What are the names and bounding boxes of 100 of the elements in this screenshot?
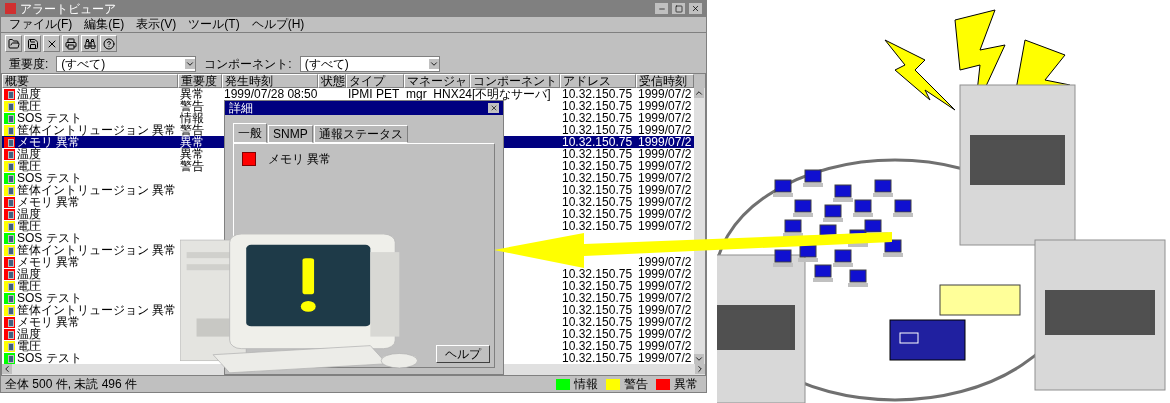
- menu-item[interactable]: 編集(E): [84, 18, 125, 31]
- window-title: アラートビューア: [20, 2, 117, 15]
- menu-item[interactable]: 表示(V): [136, 18, 177, 31]
- table-cell[interactable]: メモリ 異常: [17, 316, 81, 329]
- table-cell: 10.32.150.75: [562, 112, 633, 125]
- close-icon: [489, 104, 498, 113]
- table-cell: 10.32.150.75: [562, 328, 633, 341]
- table-cell: 1999/07/2: [638, 208, 692, 221]
- table-cell[interactable]: 電圧: [17, 100, 41, 113]
- table-cell: 10.32.150.75: [562, 136, 633, 149]
- table-cell: 10.32.150.75: [562, 100, 633, 113]
- delete-icon[interactable]: [43, 35, 60, 53]
- printer-icon[interactable]: [62, 35, 79, 53]
- table-cell[interactable]: 筐体イントリュージョン 異常: [17, 124, 177, 137]
- table-cell: 10.32.150.75: [562, 220, 633, 233]
- menu-item[interactable]: ツール(T): [188, 18, 240, 31]
- table-cell: 10.32.150.75: [562, 172, 633, 185]
- column-header[interactable]: 重要度: [178, 74, 222, 89]
- table-cell: 10.32.150.75: [562, 268, 633, 281]
- table-cell: 1999/07/2: [638, 220, 692, 233]
- table-cell[interactable]: 電圧: [17, 160, 41, 173]
- table-cell: 10.32.150.75: [562, 124, 633, 137]
- legend-label: 警告: [624, 378, 649, 391]
- table-cell[interactable]: 筐体イントリュージョン 異常: [17, 184, 177, 197]
- table-cell: 1999/07/2: [638, 112, 692, 125]
- menu-item[interactable]: ヘルプ(H): [251, 18, 305, 31]
- table-cell: 1999/07/2: [638, 304, 692, 317]
- maximize-button[interactable]: [672, 3, 685, 15]
- dialog-tab[interactable]: SNMP: [268, 125, 313, 144]
- table-cell: 10.32.150.75: [562, 304, 633, 317]
- table-cell: 10.32.150.75: [562, 208, 633, 221]
- table-cell[interactable]: 電圧: [17, 340, 41, 353]
- table-cell[interactable]: 温度: [17, 88, 41, 101]
- column-header[interactable]: マネージャ: [404, 74, 470, 89]
- menu-item[interactable]: ファイル(F): [9, 18, 73, 31]
- table-cell: 1999/07/2: [638, 352, 692, 365]
- column-header[interactable]: 状態: [318, 74, 346, 89]
- table-cell[interactable]: メモリ 異常: [17, 256, 81, 269]
- table-cell: 1999/07/2: [638, 280, 692, 293]
- scroll-left-icon[interactable]: [2, 364, 12, 375]
- table-cell: 1999/07/2: [638, 160, 692, 173]
- help-button[interactable]: ヘルプ: [436, 345, 490, 364]
- table-cell: 1999/07/2: [638, 136, 692, 149]
- scroll-down-icon[interactable]: [694, 354, 704, 365]
- table-cell: 10.32.150.75: [562, 352, 633, 365]
- table-cell: 1999/07/2: [638, 328, 692, 341]
- table-cell: 10.32.150.75: [562, 148, 633, 161]
- alert-name: メモリ 異常: [268, 153, 332, 166]
- filter-label: 重要度:: [9, 57, 49, 70]
- folder-icon[interactable]: [5, 35, 22, 53]
- binoculars-icon[interactable]: [81, 35, 98, 53]
- table-cell[interactable]: SOS テスト: [17, 352, 82, 365]
- table-cell: 警告: [180, 160, 204, 173]
- table-cell[interactable]: 温度: [17, 328, 41, 341]
- table-cell[interactable]: 温度: [17, 268, 41, 281]
- filter-dropdown[interactable]: (すべて): [299, 55, 440, 72]
- table-cell[interactable]: SOS テスト: [17, 112, 82, 125]
- table-cell: 10.32.150.75: [562, 160, 633, 173]
- table-cell[interactable]: 温度: [17, 208, 41, 221]
- table-cell: 情報: [180, 112, 204, 125]
- dialog-tab[interactable]: 一般: [233, 123, 267, 144]
- table-cell: 10.32.150.75: [562, 184, 633, 197]
- table-cell[interactable]: SOS テスト: [17, 232, 82, 245]
- vertical-scrollbar[interactable]: [694, 88, 705, 365]
- table-cell: 1999/07/2: [638, 100, 692, 113]
- table-cell: 10.32.150.75: [562, 292, 633, 305]
- table-cell[interactable]: 電圧: [17, 280, 41, 293]
- dialog-tab[interactable]: 通報ステータス: [313, 125, 408, 144]
- status-text: 全体 500 件, 未読 496 件: [5, 378, 139, 391]
- filter-dropdown[interactable]: (すべて): [56, 55, 197, 72]
- scroll-right-icon[interactable]: [695, 364, 705, 375]
- close-button[interactable]: [488, 103, 499, 114]
- close-button[interactable]: [689, 3, 702, 15]
- table-cell[interactable]: SOS テスト: [17, 172, 82, 185]
- table-cell[interactable]: メモリ 異常: [17, 136, 81, 149]
- column-header[interactable]: タイプ: [346, 74, 404, 89]
- save-icon[interactable]: [24, 35, 41, 53]
- column-header[interactable]: 概要: [2, 74, 178, 89]
- table-cell[interactable]: 温度: [17, 148, 41, 161]
- table-cell: 1999/07/2: [638, 316, 692, 329]
- close-icon: [691, 4, 700, 14]
- help-icon[interactable]: [100, 35, 117, 53]
- table-cell: 1999/07/2: [638, 256, 692, 269]
- table-cell: 1999/07/2: [638, 196, 692, 209]
- table-cell[interactable]: 筐体イントリュージョン 異常: [17, 244, 177, 257]
- table-cell: 10.32.150.75: [562, 88, 633, 101]
- column-header[interactable]: 受信時刻: [636, 74, 694, 89]
- table-cell: IPMI PET: [348, 88, 400, 101]
- table-cell[interactable]: 筐体イントリュージョン 異常: [17, 304, 177, 317]
- table-cell: 1999/07/28 08:50: [224, 88, 318, 101]
- column-header[interactable]: コンポーネント: [470, 74, 560, 89]
- table-cell: 1999/07/2: [638, 292, 692, 305]
- table-cell[interactable]: メモリ 異常: [17, 196, 81, 209]
- table-cell[interactable]: SOS テスト: [17, 292, 82, 305]
- column-header[interactable]: 発生時刻: [222, 74, 318, 89]
- table-cell: 10.32.150.75: [562, 316, 633, 329]
- scroll-up-icon[interactable]: [694, 88, 704, 99]
- column-header[interactable]: アドレス: [560, 74, 636, 89]
- table-cell[interactable]: 電圧: [17, 220, 41, 233]
- filter-label: コンポーネント:: [204, 57, 292, 70]
